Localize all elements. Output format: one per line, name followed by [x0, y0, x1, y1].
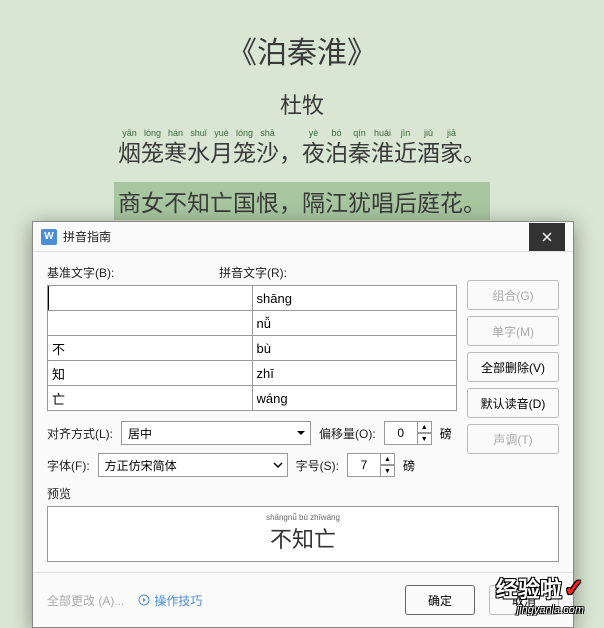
poem-char: shuǐ水	[187, 128, 210, 168]
tips-link[interactable]: 操作技巧	[138, 592, 202, 609]
base-text-input[interactable]	[48, 386, 252, 410]
checkmark-icon: ✓	[564, 574, 584, 603]
default-reading-button[interactable]: 默认读音(D)	[467, 388, 559, 418]
base-text-input[interactable]	[48, 336, 252, 360]
preview-label: 预览	[47, 485, 559, 502]
poem-char: yè夜	[302, 128, 325, 168]
size-up-button[interactable]: ▲	[381, 453, 395, 465]
table-row	[48, 336, 457, 361]
poem-char: jiǔ酒	[417, 128, 440, 168]
poem-char: huái淮	[371, 128, 394, 168]
pinyin-text-input[interactable]	[253, 361, 457, 385]
font-label: 字体(F):	[47, 457, 90, 474]
poem-section: 《泊秦淮》 杜牧 yān烟lóng笼hán寒shuǐ水yuè月lóng笼shā沙…	[0, 0, 604, 220]
delete-all-button[interactable]: 全部删除(V)	[467, 352, 559, 382]
offset-unit: 磅	[440, 425, 452, 442]
align-select[interactable]: 居中	[121, 421, 311, 445]
chevron-down-icon	[273, 460, 283, 470]
close-button[interactable]	[529, 223, 565, 251]
tone-button[interactable]: 声调(T)	[467, 424, 559, 454]
size-input[interactable]	[347, 453, 381, 477]
base-text-label: 基准文字(B):	[47, 264, 219, 281]
all-change-link[interactable]: 全部更改 (A)...	[47, 592, 124, 609]
table-row	[48, 286, 457, 311]
size-down-button[interactable]: ▼	[381, 465, 395, 477]
poem-line-1: yān烟lóng笼hán寒shuǐ水yuè月lóng笼shā沙，yè夜bó泊qí…	[0, 128, 604, 168]
base-text-input[interactable]	[48, 286, 252, 310]
pinyin-text-input[interactable]	[253, 386, 457, 410]
size-label: 字号(S):	[296, 457, 339, 474]
poem-title: 《泊秦淮》	[0, 28, 604, 72]
pinyin-text-input[interactable]	[253, 311, 457, 335]
play-circle-icon	[138, 594, 150, 606]
offset-up-button[interactable]: ▲	[418, 421, 432, 433]
ok-button[interactable]: 确定	[405, 585, 475, 615]
align-label: 对齐方式(L):	[47, 425, 113, 442]
poem-char: qín秦	[348, 128, 371, 168]
combine-button[interactable]: 组合(G)	[467, 280, 559, 310]
table-row	[48, 311, 457, 336]
chevron-down-icon	[296, 428, 306, 438]
preview-pinyin: shāngnǚ bù zhīwáng	[48, 513, 558, 522]
dialog-title: 拼音指南	[63, 228, 111, 245]
poem-char: jiā家	[440, 128, 463, 168]
poem-char: yuè月	[210, 128, 233, 168]
watermark: 经验啦✓ jingyanla.com	[496, 572, 584, 616]
single-char-button[interactable]: 单字(M)	[467, 316, 559, 346]
poem-char: yān烟	[118, 128, 141, 168]
character-pinyin-table	[47, 285, 457, 411]
offset-label: 偏移量(O):	[319, 425, 376, 442]
poem-char: shā沙	[256, 128, 279, 168]
size-unit: 磅	[403, 457, 415, 474]
pinyin-guide-dialog: W 拼音指南 基准文字(B): 拼音文字(R): 对齐方式(L): 居中	[32, 221, 574, 628]
poem-author: 杜牧	[0, 88, 604, 120]
poem-char: lóng笼	[233, 128, 256, 168]
pinyin-text-input[interactable]	[253, 336, 457, 360]
preview-box: shāngnǚ bù zhīwáng 不知亡	[47, 506, 559, 562]
poem-line-2-highlighted: 商女不知亡国恨，隔江犹唱后庭花。	[114, 182, 490, 220]
dialog-footer: 全部更改 (A)... 操作技巧 确定 取消	[33, 572, 573, 627]
poem-char: hán寒	[164, 128, 187, 168]
preview-hanzi: 不知亡	[48, 522, 558, 554]
app-icon: W	[41, 229, 57, 245]
offset-input[interactable]	[384, 421, 418, 445]
poem-char: lóng笼	[141, 128, 164, 168]
pinyin-text-input[interactable]	[253, 286, 457, 310]
close-icon	[542, 232, 552, 242]
table-row	[48, 386, 457, 411]
poem-char: jìn近	[394, 128, 417, 168]
table-row	[48, 361, 457, 386]
pinyin-text-label: 拼音文字(R):	[219, 264, 287, 281]
font-select[interactable]: 方正仿宋简体	[98, 453, 288, 477]
dialog-titlebar: W 拼音指南	[33, 222, 573, 252]
poem-char: bó泊	[325, 128, 348, 168]
base-text-input[interactable]	[48, 311, 252, 335]
base-text-input[interactable]	[48, 361, 252, 385]
offset-down-button[interactable]: ▼	[418, 433, 432, 445]
